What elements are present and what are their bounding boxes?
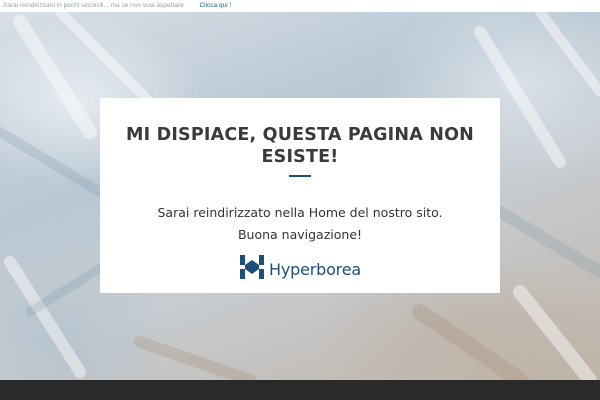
hyperborea-logo[interactable]: Hyperborea (239, 254, 361, 284)
greeting-message: Buona navigazione! (237, 227, 363, 242)
redirect-notice-text: Sarai reindirizzato in pochi secondi... … (3, 2, 184, 9)
footer-bar (0, 380, 600, 400)
click-here-link[interactable]: Clicca qui ! (199, 2, 231, 9)
redirect-message: Sarai reindirizzato nella Home del nostr… (157, 205, 443, 220)
error-card: MI DISPIACE, QUESTA PAGINA NON ESISTE! S… (100, 98, 500, 293)
redirect-notice-bar: Sarai reindirizzato in pochi secondi... … (0, 0, 600, 12)
title-divider (289, 175, 311, 177)
logo-text: Hyperborea (269, 259, 361, 279)
page-title: MI DISPIACE, QUESTA PAGINA NON ESISTE! (125, 125, 475, 167)
hyperborea-logo-icon (239, 254, 265, 284)
